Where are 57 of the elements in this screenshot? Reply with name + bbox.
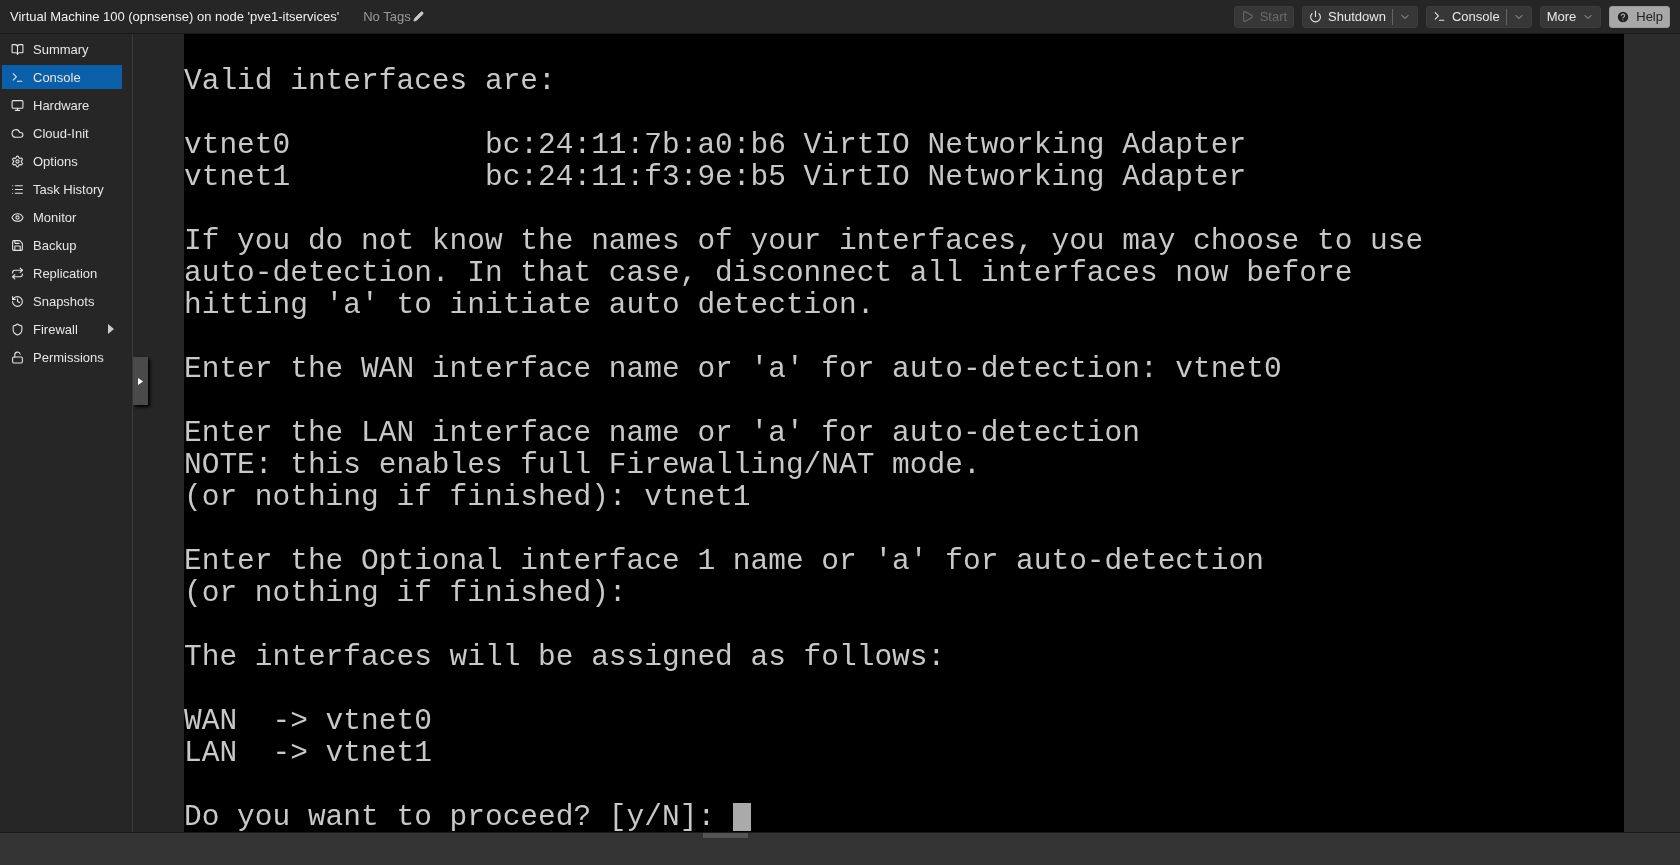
sidebar-item[interactable]: Console [2,65,122,89]
monitor-icon [11,98,24,112]
console-line: Enter the WAN interface name or 'a' for auto-detection: vtnet0 [184,353,1283,385]
console-line: The interfaces will be assigned as follows: [184,641,947,673]
console-line: (or nothing if finished): vtnet1 [184,481,752,513]
sidebar-item[interactable]: Monitor [2,205,122,229]
console-line: LAN -> vtnet1 [184,737,433,769]
power-icon [1309,10,1323,23]
submenu-arrow-icon [108,324,114,334]
sidebar-item[interactable]: Replication [2,261,122,285]
sidebar-item[interactable]: Options [2,149,122,173]
book-icon [11,42,24,56]
shutdown-button[interactable]: Shutdown [1302,5,1418,28]
window-title: Virtual Machine 100 (opnsense) on node 'pve1-itservices' [10,9,340,24]
floppy-icon [11,238,24,252]
sidebar-item[interactable]: Task History [2,177,122,201]
tags-label[interactable]: No Tags [363,9,424,24]
console-line: vtnet1 bc:24:11:f3:9e:b5 VirtIO Networking Adapter [184,161,1248,193]
console-line: auto-detection. In that case, disconnect all interfaces now before [184,257,1354,289]
console-line: WAN -> vtnet0 [184,705,433,737]
eye-icon [11,210,24,224]
help-icon [1616,9,1631,24]
repeat-icon [11,266,24,280]
terminal-icon [11,70,24,84]
console-line: Valid interfaces are: [184,65,557,97]
sidebar-item[interactable]: Backup [2,233,122,257]
collapse-handle[interactable] [133,357,148,405]
pencil-icon [412,11,424,22]
sidebar-item[interactable]: Summary [2,37,122,61]
console-screen[interactable] [184,34,1624,832]
gear-icon [11,154,24,168]
console-button[interactable]: Console [1425,5,1532,28]
unlock-icon [11,350,24,364]
help-button[interactable]: Help [1609,5,1670,28]
list-icon [11,182,24,196]
console-line: Enter the Optional interface 1 name or 'a' for auto-detection [184,545,1265,577]
history-icon [11,294,24,308]
resize-handle[interactable] [703,833,748,838]
sidebar-item[interactable]: Permissions [2,345,122,369]
shield-icon [11,322,24,336]
sidebar-item[interactable]: Cloud-Init [2,121,122,145]
cloud-icon [11,126,24,140]
sidebar-item[interactable]: Snapshots [2,289,122,313]
console-line: vtnet0 bc:24:11:7b:a0:b6 VirtIO Networking Adapter [184,129,1248,161]
console-line: Enter the LAN interface name or 'a' for auto-detection [184,417,1141,449]
console-line: Do you want to proceed? [y/N]: [184,801,717,832]
more-button[interactable]: More [1539,5,1602,28]
text-cursor [732,803,751,831]
play-icon [1240,10,1254,23]
console-line: hitting 'a' to initiate auto detection. [184,289,876,321]
sidebar-item[interactable]: Firewall [2,317,122,341]
console-line: NOTE: this enables full Firewalling/NAT mode. [184,449,982,481]
arrow-right-icon [138,377,143,385]
sidebar-item[interactable]: Hardware [2,93,122,117]
terminal-icon [1432,10,1446,23]
console-line: If you do not know the names of your interfaces, you may choose to use [184,225,1425,257]
console-line: (or nothing if finished): [184,577,628,609]
